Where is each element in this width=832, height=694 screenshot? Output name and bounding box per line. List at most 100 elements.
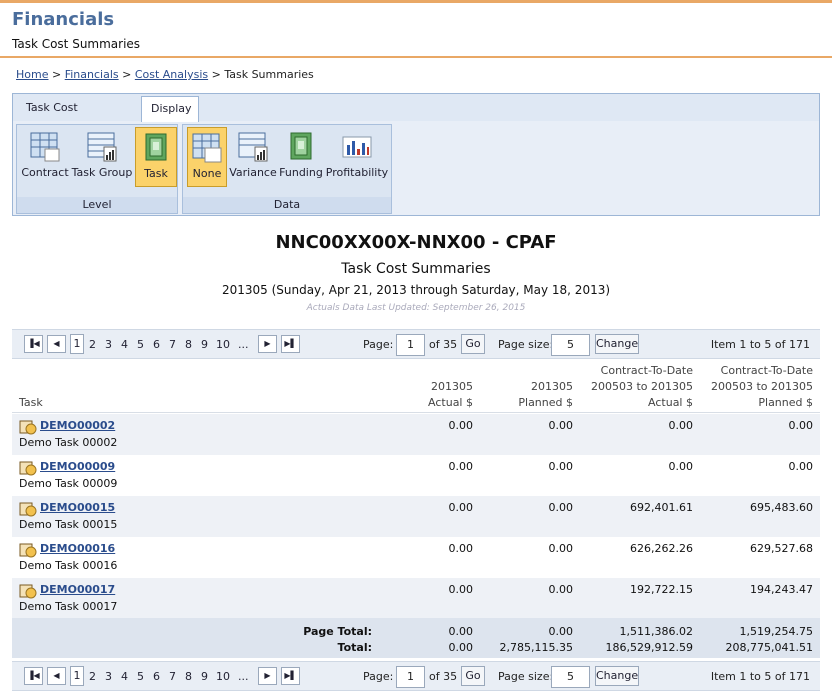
task-code-link[interactable]: DEMO00017 xyxy=(40,583,115,596)
breadcrumb-cost-analysis[interactable]: Cost Analysis xyxy=(135,68,208,81)
first-page-button[interactable]: ▐◀ xyxy=(24,667,43,685)
page-link[interactable]: 3 xyxy=(105,338,112,351)
task-code-link[interactable]: DEMO00016 xyxy=(40,542,115,555)
page-link[interactable]: 5 xyxy=(137,670,144,683)
page-link[interactable]: 4 xyxy=(121,338,128,351)
go-button[interactable]: Go xyxy=(461,666,485,686)
level-group-label: Level xyxy=(17,197,177,213)
cell-ctd-actual: 692,401.61 xyxy=(630,501,693,514)
page-link[interactable]: 6 xyxy=(153,338,160,351)
task-code-link[interactable]: DEMO00009 xyxy=(40,460,115,473)
page-total-planned: 0.00 xyxy=(548,625,574,638)
col-task: Task xyxy=(19,396,43,409)
breadcrumb: Home > Financials > Cost Analysis > Task… xyxy=(16,68,314,81)
pager-bottom: ▐◀ ◀ 1 2 3 4 5 6 7 8 9 10 ... ▶ ▶▌ Page:… xyxy=(12,661,820,691)
change-button[interactable]: Change xyxy=(595,666,639,686)
last-page-button[interactable]: ▶▌ xyxy=(281,667,300,685)
page-link[interactable]: 8 xyxy=(185,670,192,683)
ribbon-tabs: Task Cost Summaries Display xyxy=(13,94,819,138)
pager-top: ▐◀ ◀ 1 2 3 4 5 6 7 8 9 10 ... ▶ ▶▌ Page:… xyxy=(12,329,820,359)
next-page-button[interactable]: ▶ xyxy=(258,335,277,353)
page-size-input[interactable]: 5 xyxy=(551,666,590,688)
breadcrumb-financials[interactable]: Financials xyxy=(65,68,119,81)
page-link[interactable]: 9 xyxy=(201,338,208,351)
page-link[interactable]: 9 xyxy=(201,670,208,683)
level-contract-button[interactable]: Contract xyxy=(21,127,69,187)
page-count: of 35 xyxy=(429,670,458,683)
item-range-info: Item 1 to 5 of 171 xyxy=(710,670,810,683)
task-description: Demo Task 00017 xyxy=(19,600,118,613)
total-ctd-actual: 186,529,912.59 xyxy=(605,641,693,654)
app-header: Financials Task Cost Summaries xyxy=(0,0,832,58)
col-ctd-planned-range: 200503 to 201305 xyxy=(710,380,813,393)
task-code-link[interactable]: DEMO00002 xyxy=(40,419,115,432)
task-code-link[interactable]: DEMO00015 xyxy=(40,501,115,514)
task-icon xyxy=(19,543,37,558)
next-page-button[interactable]: ▶ xyxy=(258,667,277,685)
page-link-more[interactable]: ... xyxy=(238,670,249,683)
data-profitability-button[interactable]: Profitability xyxy=(325,127,389,187)
col-ctd-actual-range: 200503 to 201305 xyxy=(590,380,693,393)
cell-ctd-planned: 0.00 xyxy=(788,419,814,432)
page-link-current[interactable]: 1 xyxy=(70,666,84,686)
page-link-more[interactable]: ... xyxy=(238,338,249,351)
page-link[interactable]: 2 xyxy=(89,670,96,683)
col-ctd-planned: Planned $ xyxy=(758,396,813,409)
cell-actual: 0.00 xyxy=(448,419,474,432)
cell-actual: 0.00 xyxy=(448,460,474,473)
cell-actual: 0.00 xyxy=(448,501,474,514)
cell-planned: 0.00 xyxy=(548,542,574,555)
data-group-label: Data xyxy=(183,197,391,213)
cell-planned: 0.00 xyxy=(548,419,574,432)
go-button[interactable]: Go xyxy=(461,334,485,354)
page-number-input[interactable]: 1 xyxy=(396,666,425,688)
page-link[interactable]: 5 xyxy=(137,338,144,351)
page-link[interactable]: 10 xyxy=(216,670,230,683)
col-201305-planned: Planned $ xyxy=(518,396,573,409)
cell-planned: 0.00 xyxy=(548,501,574,514)
page-link-current[interactable]: 1 xyxy=(70,334,84,354)
breadcrumb-home[interactable]: Home xyxy=(16,68,48,81)
last-page-button[interactable]: ▶▌ xyxy=(281,335,300,353)
task-book-icon xyxy=(145,133,167,161)
page-link[interactable]: 3 xyxy=(105,670,112,683)
profitability-chart-icon xyxy=(342,136,372,158)
level-task-button[interactable]: Task xyxy=(135,127,177,187)
prev-page-button[interactable]: ◀ xyxy=(47,335,66,353)
prev-page-button[interactable]: ◀ xyxy=(47,667,66,685)
app-title: Financials xyxy=(12,9,115,30)
funding-book-icon xyxy=(290,132,312,160)
change-button[interactable]: Change xyxy=(595,334,639,354)
level-group: Contract Task Group Task Level xyxy=(16,124,178,214)
data-updated-note: Actuals Data Last Updated: September 26,… xyxy=(306,303,526,313)
page-number-input[interactable]: 1 xyxy=(396,334,425,356)
contract-icon xyxy=(30,132,60,162)
totals-block: Page Total: 0.00 0.00 1,511,386.02 1,519… xyxy=(12,618,820,658)
first-page-button[interactable]: ▐◀ xyxy=(24,335,43,353)
page-link[interactable]: 6 xyxy=(153,670,160,683)
data-funding-button[interactable]: Funding xyxy=(279,127,323,187)
tab-display[interactable]: Display xyxy=(141,96,199,122)
tab-task-cost-summaries[interactable]: Task Cost Summaries xyxy=(17,96,141,138)
report-period: 201305 (Sunday, Apr 21, 2013 through Sat… xyxy=(221,283,611,297)
page-link[interactable]: 7 xyxy=(169,338,176,351)
cell-actual: 0.00 xyxy=(448,542,474,555)
task-icon xyxy=(19,461,37,476)
none-grid-icon xyxy=(192,133,222,163)
page-size-input[interactable]: 5 xyxy=(551,334,590,356)
page-link[interactable]: 10 xyxy=(216,338,230,351)
total-label: Total: xyxy=(337,641,372,654)
page-label: Page: xyxy=(363,338,394,351)
page-link[interactable]: 4 xyxy=(121,670,128,683)
col-201305-actual-year: 201305 xyxy=(431,380,473,393)
data-none-button[interactable]: None xyxy=(187,127,227,187)
cell-ctd-planned: 0.00 xyxy=(788,460,814,473)
variance-icon xyxy=(238,132,268,162)
cell-ctd-planned: 194,243.47 xyxy=(750,583,813,596)
page-link[interactable]: 7 xyxy=(169,670,176,683)
page-link[interactable]: 2 xyxy=(89,338,96,351)
data-variance-button[interactable]: Variance xyxy=(229,127,277,187)
cell-planned: 0.00 xyxy=(548,460,574,473)
level-task-group-button[interactable]: Task Group xyxy=(71,127,133,187)
page-link[interactable]: 8 xyxy=(185,338,192,351)
